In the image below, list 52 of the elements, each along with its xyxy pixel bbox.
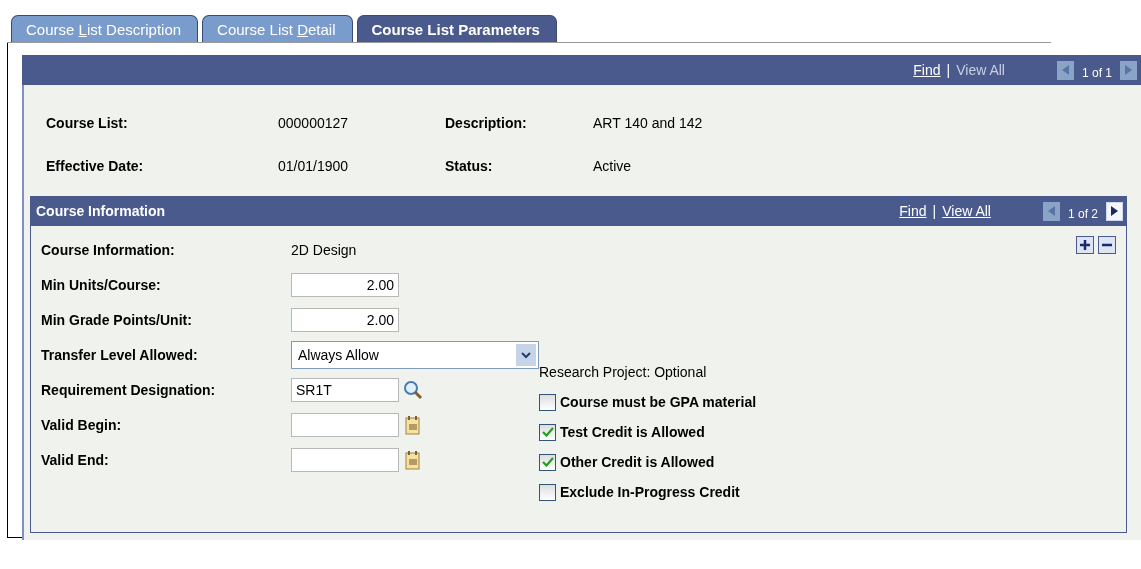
field-value: Active bbox=[593, 158, 633, 174]
checkbox-label: Other Credit is Allowed bbox=[560, 454, 715, 470]
field-label: Transfer Level Allowed: bbox=[41, 347, 199, 363]
dropdown[interactable]: Always Allow bbox=[291, 341, 539, 369]
field-label: Description: bbox=[445, 115, 528, 131]
field-label: Course List: bbox=[46, 115, 129, 131]
input-field[interactable] bbox=[291, 448, 399, 472]
left-arrow-icon bbox=[1061, 65, 1069, 75]
find-link[interactable]: Find bbox=[899, 203, 927, 219]
search-icon[interactable] bbox=[403, 380, 423, 400]
field-label: Effective Date: bbox=[46, 158, 145, 174]
checkbox-label: Exclude In-Progress Credit bbox=[560, 484, 740, 500]
field-label: Valid End: bbox=[41, 452, 110, 468]
field-label: Min Grade Points/Unit: bbox=[41, 312, 193, 328]
field-value: 000000127 bbox=[278, 115, 350, 131]
page-counter: 1 of 1 bbox=[1081, 66, 1112, 80]
tab[interactable]: Course List Parameters bbox=[356, 15, 557, 42]
field-value: 2D Design bbox=[291, 242, 357, 258]
calendar-icon[interactable] bbox=[405, 415, 421, 435]
field-label: Status: bbox=[445, 158, 494, 174]
plus-icon bbox=[1080, 240, 1090, 250]
find-link[interactable]: Find bbox=[913, 62, 941, 78]
separator: | bbox=[946, 62, 951, 78]
input-field[interactable] bbox=[291, 413, 399, 437]
checkbox-label: Test Credit is Allowed bbox=[560, 424, 705, 440]
field-value: ART 140 and 142 bbox=[593, 115, 704, 131]
delete-row-button[interactable] bbox=[1098, 236, 1116, 254]
page-counter: 1 of 2 bbox=[1067, 207, 1098, 221]
checkbox-label: Course must be GPA material bbox=[560, 394, 757, 410]
add-row-button[interactable] bbox=[1076, 236, 1094, 254]
separator: | bbox=[932, 203, 937, 219]
view-all-link[interactable]: View All bbox=[942, 203, 991, 219]
field-label: Course Information: bbox=[41, 242, 176, 258]
right-arrow-icon bbox=[1125, 65, 1132, 75]
left-arrow-icon bbox=[1047, 206, 1055, 216]
input-field[interactable]: 2.00 bbox=[291, 273, 399, 297]
research-project-text: Research Project: Optional bbox=[539, 364, 708, 380]
field-label: Requirement Designation: bbox=[41, 382, 217, 398]
checkbox[interactable] bbox=[539, 483, 556, 501]
next-button[interactable] bbox=[1106, 201, 1123, 221]
calendar-icon[interactable] bbox=[405, 450, 421, 470]
field-value: 01/01/1900 bbox=[278, 158, 350, 174]
right-arrow-icon bbox=[1111, 206, 1118, 216]
input-field[interactable]: SR1T bbox=[291, 378, 399, 402]
checkbox[interactable] bbox=[539, 453, 556, 471]
panel-title: Course Information bbox=[36, 203, 167, 219]
caret-icon bbox=[516, 344, 536, 366]
checkbox[interactable] bbox=[539, 423, 556, 441]
input-field[interactable]: 2.00 bbox=[291, 308, 399, 332]
checkbox[interactable] bbox=[539, 393, 556, 411]
field-label: Valid Begin: bbox=[41, 417, 123, 433]
field-label: Min Units/Course: bbox=[41, 277, 162, 293]
